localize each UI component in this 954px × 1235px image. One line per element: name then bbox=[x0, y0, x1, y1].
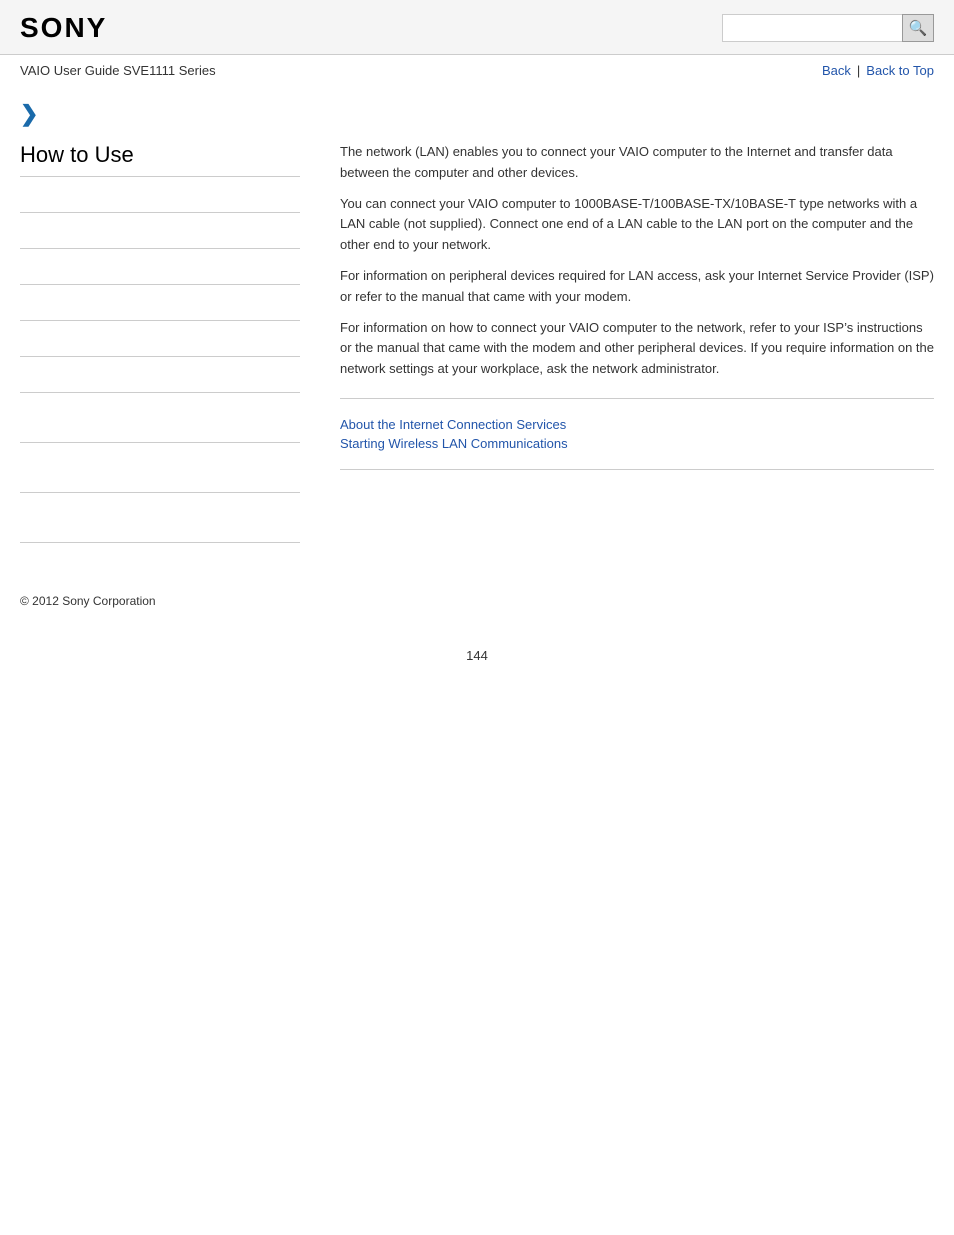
header: SONY 🔍 bbox=[0, 0, 954, 55]
paragraph-4: For information on how to connect your V… bbox=[340, 318, 934, 380]
back-to-top-link[interactable]: Back to Top bbox=[866, 63, 934, 78]
nav-bar: VAIO User Guide SVE1111 Series Back | Ba… bbox=[0, 55, 954, 86]
main-content: How to Use The network (LAN) enables you… bbox=[0, 132, 954, 563]
sony-logo: SONY bbox=[20, 12, 107, 44]
link-internet-connection[interactable]: About the Internet Connection Services bbox=[340, 417, 934, 432]
sidebar-item bbox=[20, 177, 300, 213]
search-input[interactable] bbox=[722, 14, 902, 42]
sidebar-item bbox=[20, 443, 300, 493]
back-link[interactable]: Back bbox=[822, 63, 851, 78]
nav-links: Back | Back to Top bbox=[822, 63, 934, 78]
content-links-divider bbox=[340, 469, 934, 470]
link-wireless-lan[interactable]: Starting Wireless LAN Communications bbox=[340, 436, 934, 451]
paragraph-3: For information on peripheral devices re… bbox=[340, 266, 934, 308]
sidebar-item bbox=[20, 285, 300, 321]
paragraph-1: The network (LAN) enables you to connect… bbox=[340, 142, 934, 184]
sidebar-item bbox=[20, 493, 300, 543]
search-icon: 🔍 bbox=[909, 19, 928, 37]
chevron-area: ❯ bbox=[0, 86, 954, 132]
guide-title: VAIO User Guide SVE1111 Series bbox=[20, 63, 216, 78]
content-area: The network (LAN) enables you to connect… bbox=[320, 142, 934, 543]
sidebar-item bbox=[20, 393, 300, 443]
sidebar-item bbox=[20, 357, 300, 393]
nav-separator: | bbox=[857, 63, 860, 78]
page-number: 144 bbox=[0, 628, 954, 683]
sidebar-item bbox=[20, 249, 300, 285]
search-button[interactable]: 🔍 bbox=[902, 14, 934, 42]
sidebar: How to Use bbox=[20, 142, 320, 543]
sidebar-item bbox=[20, 213, 300, 249]
sidebar-item bbox=[20, 321, 300, 357]
sidebar-title: How to Use bbox=[20, 142, 300, 177]
content-divider bbox=[340, 398, 934, 399]
content-links: About the Internet Connection Services S… bbox=[340, 417, 934, 451]
paragraph-2: You can connect your VAIO computer to 10… bbox=[340, 194, 934, 256]
footer: © 2012 Sony Corporation bbox=[0, 563, 954, 628]
search-area: 🔍 bbox=[722, 14, 934, 42]
chevron-right-icon: ❯ bbox=[20, 101, 38, 126]
copyright: © 2012 Sony Corporation bbox=[20, 594, 156, 608]
